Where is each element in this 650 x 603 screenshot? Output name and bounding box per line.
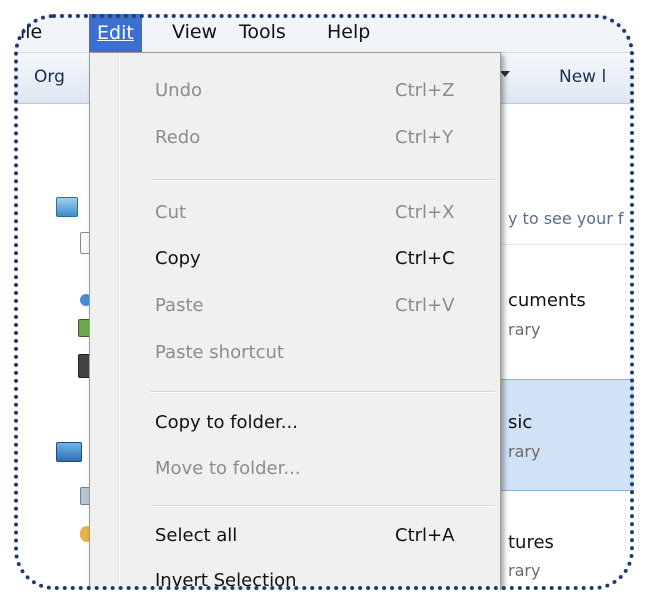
menu-item-cut[interactable]: Cut Ctrl+X: [90, 193, 500, 235]
menu-separator: [150, 391, 495, 392]
menu-bar: ile Edit View Tools Help: [14, 14, 634, 53]
menu-item-move-to-folder[interactable]: Move to folder...: [90, 449, 500, 491]
menu-item-copy[interactable]: Copy Ctrl+C: [90, 239, 500, 281]
menu-item-label: Copy: [155, 248, 201, 269]
menu-item-label: Undo: [155, 80, 203, 101]
menu-item-select-all[interactable]: Select all Ctrl+A: [90, 516, 500, 558]
divider: [494, 244, 634, 245]
library-subtitle: rary: [508, 320, 541, 339]
library-documents[interactable]: cuments rary: [494, 262, 634, 372]
libraries-icon[interactable]: [56, 197, 78, 217]
menu-separator: [150, 179, 495, 180]
explorer-window: ile Edit View Tools Help Org New l y to …: [14, 14, 634, 590]
menu-item-label: Select all: [155, 525, 238, 546]
library-title: cuments: [508, 290, 586, 311]
library-title: tures: [508, 532, 554, 553]
menu-item-label: Copy to folder...: [155, 412, 298, 433]
library-pictures[interactable]: tures rary: [494, 499, 634, 590]
menu-item-copy-to-folder[interactable]: Copy to folder...: [90, 403, 500, 445]
menu-item-label: Paste: [155, 295, 204, 316]
edit-menu: Undo Ctrl+Z Redo Ctrl+Y Cut Ctrl+X Copy …: [89, 52, 501, 590]
libraries-pane: y to see your f cuments rary sic rary tu…: [494, 104, 634, 590]
menu-item-undo[interactable]: Undo Ctrl+Z: [90, 71, 500, 113]
menu-item-redo[interactable]: Redo Ctrl+Y: [90, 118, 500, 160]
menu-item-label: Paste shortcut: [155, 342, 284, 363]
menu-item-invert-selection[interactable]: Invert Selection: [90, 561, 500, 590]
arrange-hint: y to see your f: [508, 209, 624, 228]
menu-view[interactable]: View: [172, 21, 217, 43]
menu-help[interactable]: Help: [327, 21, 370, 43]
menu-item-paste[interactable]: Paste Ctrl+V: [90, 286, 500, 328]
menu-item-paste-shortcut[interactable]: Paste shortcut: [90, 333, 500, 375]
menu-item-shortcut: Ctrl+X: [395, 202, 455, 223]
menu-item-shortcut: Ctrl+Y: [395, 127, 454, 148]
menu-file[interactable]: ile: [20, 21, 42, 43]
computer-icon[interactable]: [56, 442, 82, 462]
menu-item-label: Redo: [155, 127, 201, 148]
chevron-down-icon[interactable]: [500, 71, 510, 77]
menu-separator: [150, 505, 495, 506]
menu-item-shortcut: Ctrl+V: [395, 295, 455, 316]
menu-item-label: Invert Selection: [155, 570, 297, 590]
menu-item-shortcut: Ctrl+A: [395, 525, 455, 546]
menu-edit-label: Edit: [97, 22, 134, 44]
library-music[interactable]: sic rary: [494, 379, 634, 491]
menu-item-label: Cut: [155, 202, 187, 223]
library-title: sic: [508, 412, 533, 433]
menu-item-label: Move to folder...: [155, 458, 301, 479]
library-subtitle: rary: [508, 442, 541, 461]
menu-edit[interactable]: Edit: [89, 14, 142, 52]
library-subtitle: rary: [508, 561, 541, 580]
menu-tools[interactable]: Tools: [239, 21, 286, 43]
menu-item-shortcut: Ctrl+Z: [395, 80, 455, 101]
new-library-button[interactable]: New l: [559, 67, 606, 87]
menu-item-shortcut: Ctrl+C: [395, 248, 455, 269]
organize-button[interactable]: Org: [34, 67, 65, 87]
